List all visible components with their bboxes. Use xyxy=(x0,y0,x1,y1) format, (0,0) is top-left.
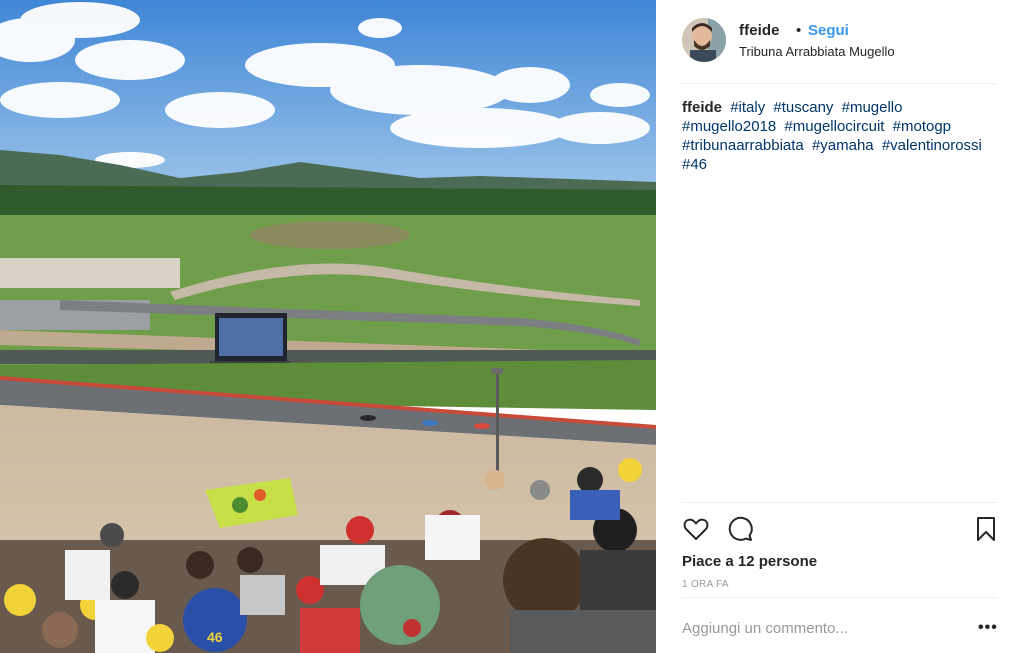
heart-icon xyxy=(683,518,709,540)
avatar-image xyxy=(682,18,726,62)
header-separator: • xyxy=(796,22,802,39)
comment-icon xyxy=(728,516,753,541)
post-author-username[interactable]: ffeide xyxy=(739,22,780,39)
avatar[interactable] xyxy=(682,18,726,62)
hashtag-link[interactable]: #mugello2018 xyxy=(682,118,776,135)
hashtag-link[interactable]: #46 xyxy=(682,156,707,173)
bookmark-icon xyxy=(977,517,995,541)
post-caption: ffeide #italy #tuscany #mugello #mugello… xyxy=(682,98,1002,174)
follow-button[interactable]: Segui xyxy=(808,22,849,39)
hashtag-link[interactable]: #mugellocircuit xyxy=(784,118,884,135)
comment-form: ••• xyxy=(682,608,997,648)
comment-input[interactable] xyxy=(682,614,962,642)
more-options-button[interactable]: ••• xyxy=(978,620,998,636)
caption-username[interactable]: ffeide xyxy=(682,99,722,116)
hashtag-link[interactable]: #valentinorossi xyxy=(882,137,982,154)
hashtag-link[interactable]: #mugello xyxy=(842,99,903,116)
hashtag-link[interactable]: #motogp xyxy=(893,118,951,135)
like-button[interactable] xyxy=(682,515,710,543)
hashtag-link[interactable]: #yamaha xyxy=(812,137,874,154)
save-button[interactable] xyxy=(972,515,1000,543)
hashtag-link[interactable]: #tribunaarrabbiata xyxy=(682,137,804,154)
hashtag-link[interactable]: #italy xyxy=(730,99,765,116)
hashtag-link[interactable]: #tuscany xyxy=(773,99,833,116)
racetrack-photo: 46 xyxy=(0,0,656,653)
likes-count[interactable]: Piace a 12 persone xyxy=(682,553,817,570)
post-side-panel: ffeide • Segui Tribuna Arrabbiata Mugell… xyxy=(656,0,1019,653)
post-timestamp[interactable]: 1 ORA FA xyxy=(682,579,729,590)
post-location[interactable]: Tribuna Arrabbiata Mugello xyxy=(739,44,895,59)
post-header: ffeide • Segui Tribuna Arrabbiata Mugell… xyxy=(682,18,997,84)
post-photo[interactable]: 46 xyxy=(0,0,656,653)
svg-text:46: 46 xyxy=(207,629,223,645)
post-actions: Piace a 12 persone 1 ORA FA xyxy=(682,502,997,598)
comment-button[interactable] xyxy=(726,515,754,543)
